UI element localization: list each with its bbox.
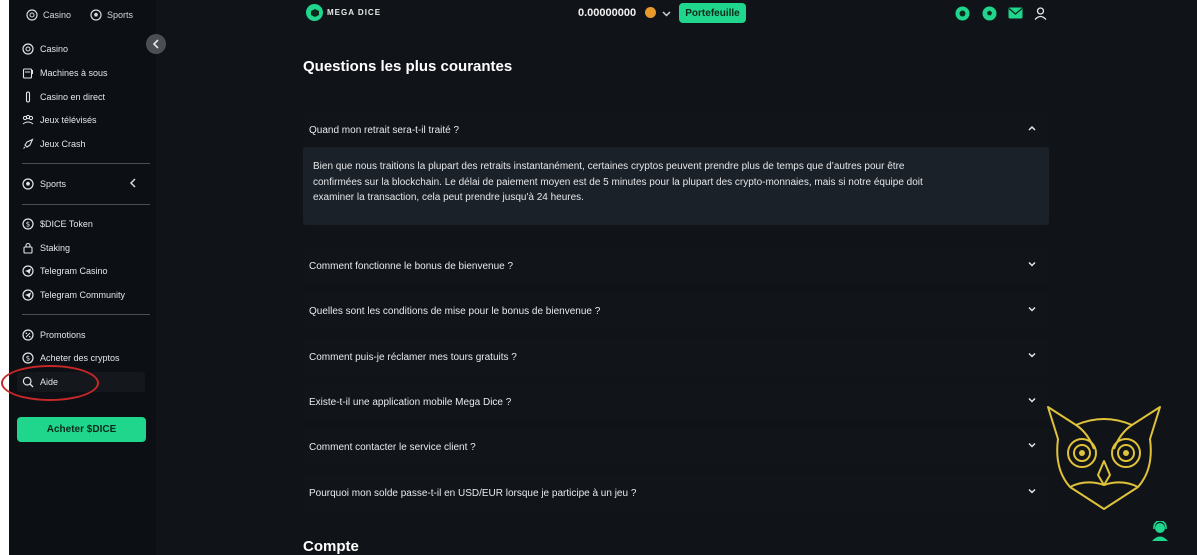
- faq-answer-line: examiner la transaction, cela peut prend…: [313, 192, 584, 203]
- faq-question-bonus[interactable]: Comment fonctionne le bonus de bienvenue…: [303, 248, 1049, 284]
- wallet-balance: 0.00000000: [578, 7, 637, 19]
- sidebar-collapse-button[interactable]: [146, 34, 166, 54]
- svg-text:$: $: [26, 355, 30, 363]
- sidebar-item-label: Telegram Casino: [40, 266, 108, 276]
- dice-token-icon: $: [22, 218, 34, 230]
- telegram-icon: [22, 289, 34, 301]
- wallet-button[interactable]: Portefeuille: [679, 3, 746, 23]
- mega-dice-logo[interactable]: MEGA DICE: [306, 4, 381, 21]
- soccer-ball-icon: [90, 9, 102, 21]
- faq-answer-line: Bien que nous traitions la plupart des r…: [313, 161, 905, 172]
- faq-question-text: Comment contacter le service client ?: [309, 441, 476, 453]
- sidebar-item-label: Machines à sous: [40, 68, 108, 78]
- sidebar-item-jeux-televises[interactable]: Jeux télévisés: [22, 112, 97, 128]
- sidebar-tab-label: Casino: [43, 10, 72, 20]
- sidebar-tab-label: Sports: [107, 10, 134, 20]
- annotation-circle: [1, 365, 99, 401]
- slot-machine-icon: [22, 68, 33, 79]
- chevron-up-icon: [1028, 125, 1036, 131]
- sidebar-divider: [22, 314, 150, 315]
- telegram-icon: [22, 265, 34, 277]
- sidebar-item-label: Casino: [40, 44, 69, 54]
- sidebar-item-dice-token[interactable]: $ $DICE Token: [22, 216, 93, 232]
- sidebar-item-sports[interactable]: Sports: [22, 176, 66, 192]
- sidebar-divider: [22, 163, 150, 164]
- sidebar-item-label: Casino en direct: [40, 92, 106, 102]
- faq-question-service-client[interactable]: Comment contacter le service client ?: [303, 429, 1049, 465]
- promotions-icon: [22, 329, 34, 341]
- sidebar-item-jeux-crash[interactable]: Jeux Crash: [22, 136, 86, 152]
- faq-question-text: Pourquoi mon solde passe-t-il en USD/EUR…: [309, 487, 637, 499]
- sidebar: Casino Sports Casino Machines à sous Cas…: [9, 0, 156, 555]
- chevron-left-icon: [152, 39, 159, 49]
- sidebar-item-casino-en-direct[interactable]: Casino en direct: [22, 89, 105, 105]
- faq-question-application[interactable]: Existe-t-il une application mobile Mega …: [303, 384, 1049, 420]
- sidebar-item-machines-a-sous[interactable]: Machines à sous: [22, 65, 108, 81]
- sidebar-item-label: Telegram Community: [40, 290, 126, 300]
- sidebar-item-label: Staking: [40, 243, 71, 253]
- faq-question-text: Quand mon retrait sera-t-il traité ?: [309, 124, 460, 136]
- sidebar-tab-casino[interactable]: Casino: [26, 9, 71, 21]
- sidebar-item-telegram-community[interactable]: Telegram Community: [22, 287, 125, 303]
- support-agent-icon[interactable]: [1151, 521, 1169, 541]
- faq-question-retrait[interactable]: Quand mon retrait sera-t-il traité ?: [303, 112, 1049, 148]
- sidebar-item-label: Jeux Crash: [40, 139, 86, 149]
- faq-question-solde[interactable]: Pourquoi mon solde passe-t-il en USD/EUR…: [303, 475, 1049, 511]
- casino-chip-icon: [22, 43, 34, 55]
- svg-text:$: $: [26, 221, 30, 229]
- owl-watermark-logo: [1047, 406, 1161, 510]
- chevron-down-icon: [1028, 488, 1036, 494]
- buy-dice-button[interactable]: Acheter $DICE: [17, 417, 146, 442]
- casino-chip-icon[interactable]: [954, 5, 970, 21]
- dollar-coin-icon: $: [22, 352, 34, 364]
- bitcoin-coin-icon: [645, 7, 656, 18]
- compte-section-title: Compte: [303, 538, 359, 555]
- sidebar-item-label: $DICE Token: [40, 219, 93, 229]
- sidebar-item-acheter-des-cryptos[interactable]: $ Acheter des cryptos: [22, 350, 120, 366]
- left-edge-strip: [0, 0, 9, 555]
- mail-icon[interactable]: [1007, 5, 1023, 21]
- live-casino-icon: [25, 91, 31, 103]
- sidebar-item-label: Jeux télévisés: [40, 115, 97, 125]
- lock-icon: [23, 242, 33, 254]
- chevron-down-icon[interactable]: [662, 9, 671, 18]
- sidebar-item-label: Promotions: [40, 330, 86, 340]
- sidebar-item-casino[interactable]: Casino: [22, 41, 68, 57]
- sidebar-item-promotions[interactable]: Promotions: [22, 327, 86, 343]
- soccer-ball-icon: [22, 178, 34, 190]
- logo-mark-icon: [306, 4, 323, 21]
- chevron-down-icon: [1028, 306, 1036, 312]
- sidebar-item-label: Acheter des cryptos: [40, 353, 120, 363]
- sidebar-divider: [22, 204, 150, 205]
- faq-question-text: Comment fonctionne le bonus de bienvenue…: [309, 260, 514, 272]
- game-show-icon: [22, 114, 34, 125]
- sidebar-item-staking[interactable]: Staking: [22, 240, 70, 256]
- chevron-down-icon: [1028, 442, 1036, 448]
- sidebar-tab-sports[interactable]: Sports: [90, 9, 133, 21]
- chevron-down-icon: [1028, 352, 1036, 358]
- user-icon[interactable]: [1032, 5, 1048, 21]
- faq-answer: Bien que nous traitions la plupart des r…: [303, 147, 1049, 225]
- sidebar-item-label: Sports: [40, 179, 67, 189]
- sidebar-item-telegram-casino[interactable]: Telegram Casino: [22, 263, 108, 279]
- soccer-ball-icon[interactable]: [981, 5, 997, 21]
- faq-question-text: Comment puis-je réclamer mes tours gratu…: [309, 351, 517, 363]
- chevron-down-icon: [1028, 397, 1036, 403]
- faq-question-tours-gratuits[interactable]: Comment puis-je réclamer mes tours gratu…: [303, 339, 1049, 375]
- chevron-down-icon: [1028, 261, 1036, 267]
- casino-chip-icon: [26, 9, 38, 21]
- faq-question-conditions[interactable]: Quelles sont les conditions de mise pour…: [303, 293, 1049, 329]
- chevron-left-icon[interactable]: [129, 178, 137, 188]
- faq-question-text: Quelles sont les conditions de mise pour…: [309, 305, 601, 317]
- logo-text: MEGA DICE: [327, 8, 382, 17]
- faq-section-title: Questions les plus courantes: [303, 58, 513, 75]
- faq-question-text: Existe-t-il une application mobile Mega …: [309, 396, 512, 408]
- top-bar: MEGA DICE 0.00000000 Portefeuille: [156, 0, 1197, 28]
- faq-answer-line: confirmées sur la blockchain. Le délai d…: [313, 176, 923, 188]
- rocket-icon: [23, 138, 34, 149]
